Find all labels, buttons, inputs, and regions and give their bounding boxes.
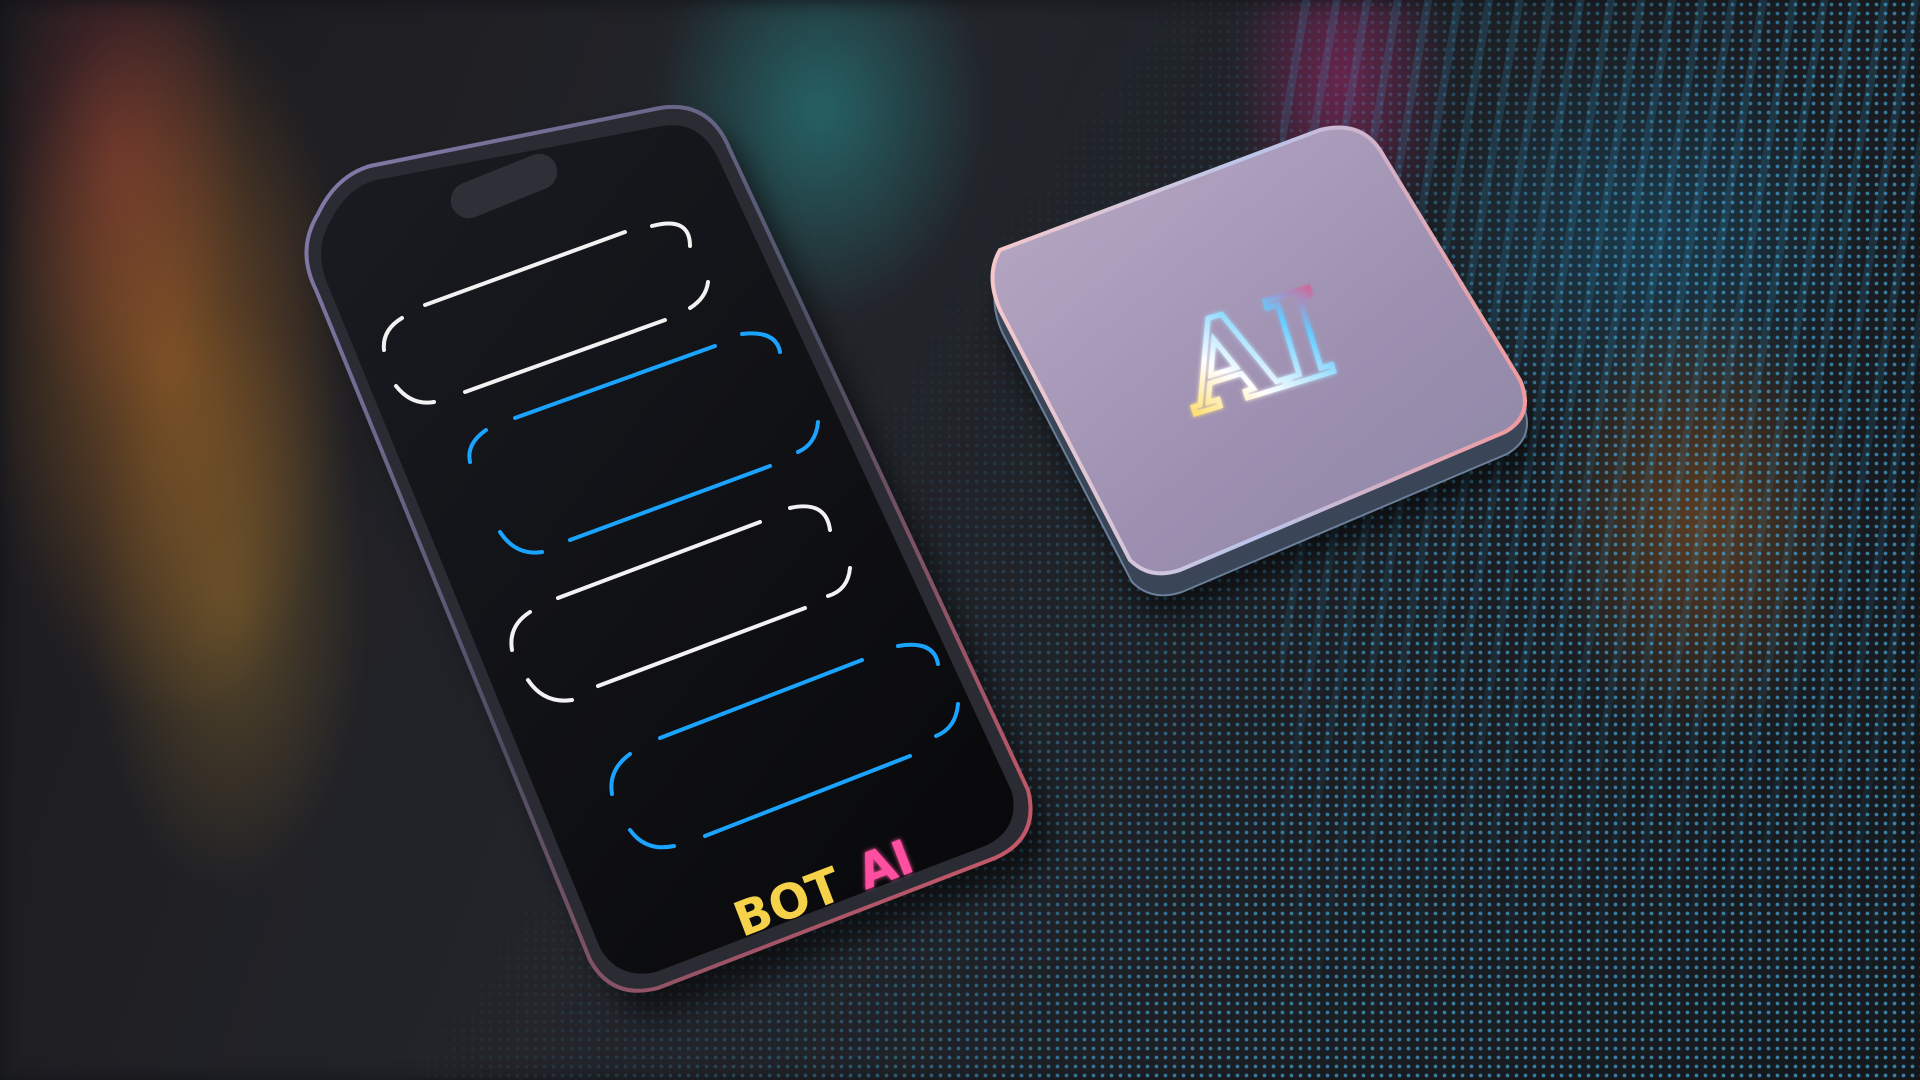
- ai-chip: AI: [990, 125, 1535, 614]
- smartphone: BOT AI: [304, 104, 1049, 1013]
- scene: BOT AI AI: [0, 0, 1920, 1080]
- illustration: BOT AI AI: [304, 104, 1535, 1013]
